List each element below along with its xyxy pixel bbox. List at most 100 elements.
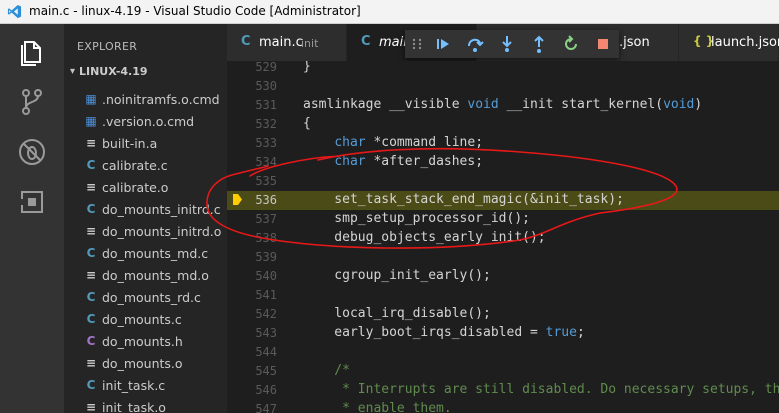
c-file-icon: C <box>86 290 96 304</box>
code-line: 544 <box>227 343 779 362</box>
title-bar: main.c - linux-4.19 - Visual Studio Code… <box>0 0 779 24</box>
current-code-line: 536 set_task_stack_end_magic(&init_task)… <box>227 191 779 210</box>
text-file-icon: ≡ <box>85 180 97 194</box>
stop-icon[interactable] <box>593 34 613 54</box>
code-line: 533 char *command_line; <box>227 134 779 153</box>
sidebar-file-item[interactable]: Cdo_mounts_md.c <box>64 243 227 265</box>
code-editor[interactable]: 529} 530 531 asmlinkage __visible void __in… <box>227 61 779 413</box>
c-file-icon: C <box>361 34 371 49</box>
code-text: early_boot_irqs_disabled = true; <box>303 325 585 340</box>
text-file-icon: ≡ <box>85 136 97 150</box>
sidebar-file-item[interactable]: ≡ calibrate.o <box>64 177 227 199</box>
file-name: init_task.o <box>102 400 166 413</box>
sidebar-file-item[interactable]: Ccalibrate.c <box>64 155 227 177</box>
code-line: 534 char *after_dashes; <box>227 153 779 172</box>
code-line: 531 asmlinkage __visible void __init star… <box>227 96 779 115</box>
line-number: 529 <box>255 61 277 74</box>
code-text: asmlinkage __visible void __init start_k… <box>303 97 703 112</box>
explorer-sidebar: EXPLORER ▾ LINUX-4.19 ▦ .noinitramfs.o.cm… <box>64 24 227 413</box>
c-file-icon: C <box>86 378 96 392</box>
sidebar-file-item[interactable]: ▦ .noinitramfs.o.cmd <box>64 89 227 111</box>
code-text: * Interrupts are still disabled. Do nece… <box>303 382 779 397</box>
tab-main-c-init[interactable]: C main.c init <box>227 24 347 61</box>
tab-label: launch.json <box>711 35 779 50</box>
sidebar-file-item[interactable]: ≡ init_task.o <box>64 397 227 413</box>
c-file-icon: C <box>86 202 96 216</box>
file-name: do_mounts_md.c <box>102 246 209 261</box>
tab-label: .json <box>619 35 650 50</box>
code-text: /* <box>303 363 350 378</box>
sidebar-file-item[interactable]: Cdo_mounts.h <box>64 331 227 353</box>
c-file-icon: C <box>241 34 251 49</box>
explorer-header: EXPLORER <box>77 40 138 53</box>
files-icon[interactable] <box>16 36 48 68</box>
line-number: 546 <box>255 383 277 397</box>
drag-handle-icon[interactable] <box>410 34 424 54</box>
sidebar-file-item[interactable]: Cdo_mounts.c <box>64 309 227 331</box>
code-text: cgroup_init_early(); <box>303 268 491 283</box>
file-name: do_mounts.c <box>102 312 182 327</box>
code-text: } <box>303 61 311 74</box>
code-line: 539 <box>227 248 779 267</box>
text-file-icon: ≡ <box>85 356 97 370</box>
debug-current-line-arrow-icon <box>233 194 242 205</box>
line-number: 547 <box>255 402 277 413</box>
file-name: do_mounts.o <box>102 356 183 371</box>
code-line: 547 * enable them. <box>227 400 779 413</box>
file-name: .version.o.cmd <box>102 114 195 129</box>
source-control-icon[interactable] <box>16 86 48 118</box>
code-text: * enable them. <box>303 401 452 413</box>
file-name: do_mounts.h <box>102 334 183 349</box>
sidebar-file-item[interactable]: ≡ do_mounts_md.o <box>64 265 227 287</box>
step-into-icon[interactable] <box>497 34 517 54</box>
sidebar-file-item[interactable]: ≡ do_mounts.o <box>64 353 227 375</box>
line-number: 542 <box>255 307 277 321</box>
code-line: 542 local_irq_disable(); <box>227 305 779 324</box>
line-number: 538 <box>255 231 277 245</box>
line-number: 532 <box>255 117 277 131</box>
code-line: 530 <box>227 77 779 96</box>
code-text: set_task_stack_end_magic(&init_task); <box>303 192 624 207</box>
sidebar-file-item[interactable]: ▦ .version.o.cmd <box>64 111 227 133</box>
file-name: init_task.c <box>102 378 166 393</box>
line-number: 541 <box>255 288 277 302</box>
windows-file-icon: ▦ <box>85 92 97 106</box>
c-file-icon: C <box>86 158 96 172</box>
extensions-icon[interactable] <box>16 186 48 218</box>
restart-icon[interactable] <box>561 34 581 54</box>
file-name: do_mounts_initrd.o <box>102 224 222 239</box>
code-line: 535 <box>227 172 779 191</box>
sidebar-file-item[interactable]: Cinit_task.c <box>64 375 227 397</box>
code-line: 545 /* <box>227 362 779 381</box>
h-file-icon: C <box>86 334 96 348</box>
file-name: built-in.a <box>102 136 158 151</box>
debug-toolbar <box>405 30 619 58</box>
folder-linux[interactable]: ▾ LINUX-4.19 <box>64 62 227 84</box>
debug-icon[interactable] <box>16 136 48 168</box>
code-text: { <box>303 116 311 131</box>
tab-launch-json[interactable]: { } launch.json <box>679 24 779 61</box>
code-line: 538 debug_objects_early_init(); <box>227 229 779 248</box>
sidebar-file-item[interactable]: Cdo_mounts_initrd.c <box>64 199 227 221</box>
code-text: debug_objects_early_init(); <box>303 230 546 245</box>
code-line: 532 { <box>227 115 779 134</box>
code-line: 529} <box>227 61 779 77</box>
file-name: calibrate.o <box>102 180 169 195</box>
c-file-icon: C <box>86 312 96 326</box>
code-text: smp_setup_processor_id(); <box>303 211 530 226</box>
sidebar-file-item[interactable]: ≡ do_mounts_initrd.o <box>64 221 227 243</box>
code-line: 537 smp_setup_processor_id(); <box>227 210 779 229</box>
continue-icon[interactable] <box>433 34 453 54</box>
file-name: calibrate.c <box>102 158 168 173</box>
step-out-icon[interactable] <box>529 34 549 54</box>
step-over-icon[interactable] <box>465 34 485 54</box>
line-number: 539 <box>255 250 277 264</box>
sidebar-file-item[interactable]: Cdo_mounts_rd.c <box>64 287 227 309</box>
code-line: 546 * Interrupts are still disabled. Do … <box>227 381 779 400</box>
code-line: 541 <box>227 286 779 305</box>
line-number: 535 <box>255 174 277 188</box>
file-name: do_mounts_md.o <box>102 268 209 283</box>
line-number: 534 <box>255 155 277 169</box>
file-name: do_mounts_rd.c <box>102 290 201 305</box>
sidebar-file-item[interactable]: ≡ built-in.a <box>64 133 227 155</box>
